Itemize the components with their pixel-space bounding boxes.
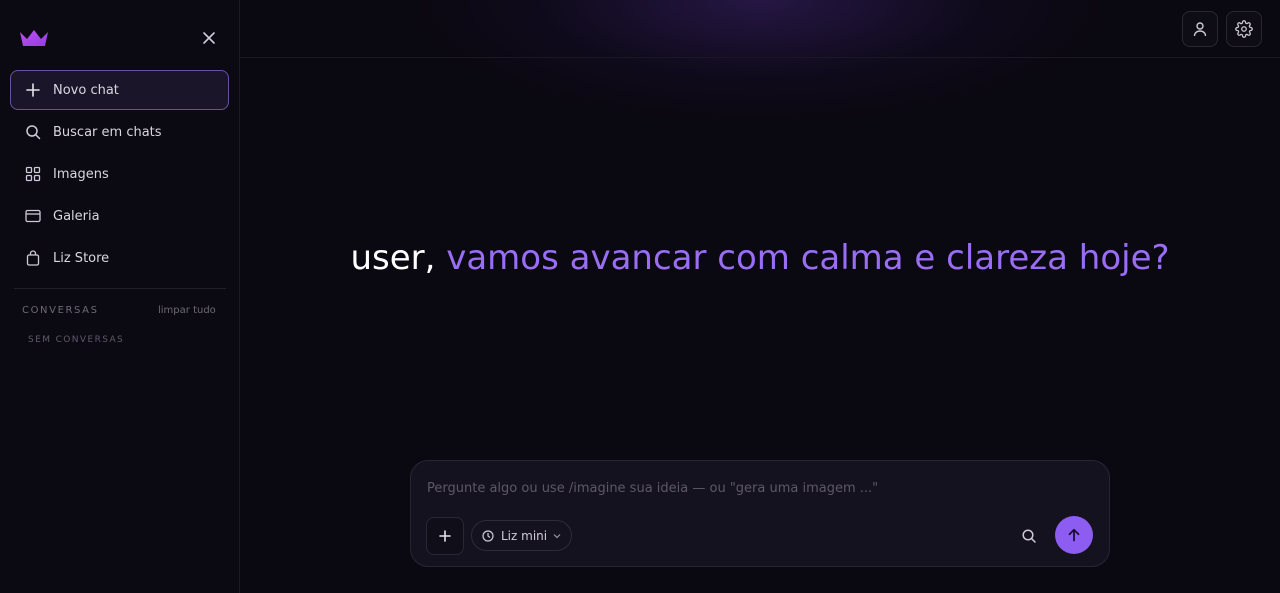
send-button[interactable] — [1055, 516, 1093, 554]
sidebar-item-label: Novo chat — [53, 82, 119, 98]
shopping-bag-icon — [24, 249, 42, 267]
search-icon — [1022, 529, 1036, 543]
chat-composer: Liz mini — [410, 460, 1110, 567]
plus-icon — [439, 530, 451, 542]
attach-button[interactable] — [426, 517, 464, 555]
main-area: user, vamos avancar com calma e clareza … — [240, 0, 1280, 593]
clock-icon — [482, 529, 494, 542]
prompt-input[interactable] — [427, 477, 1087, 499]
sidebar-item-label: Galeria — [53, 208, 100, 224]
sidebar-item-galeria[interactable]: Galeria — [10, 196, 229, 236]
model-label: Liz mini — [501, 528, 548, 543]
settings-button[interactable] — [1226, 11, 1262, 47]
close-sidebar-button[interactable] — [198, 27, 220, 49]
sidebar-item-label: Buscar em chats — [53, 124, 162, 140]
sidebar-item-liz-store[interactable]: Liz Store — [10, 238, 229, 278]
profile-button[interactable] — [1182, 11, 1218, 47]
sidebar-item-label: Liz Store — [53, 250, 110, 266]
greeting-heading: user, vamos avancar com calma e clareza … — [240, 238, 1280, 278]
crown-logo-icon[interactable] — [18, 27, 50, 49]
greeting-message: vamos avancar com calma e clareza hoje? — [446, 238, 1170, 278]
sidebar-item-imagens[interactable]: Imagens — [10, 154, 229, 194]
sidebar-item-buscar-em-chats[interactable]: Buscar em chats — [10, 112, 229, 152]
search-icon — [24, 123, 42, 141]
user-icon — [1193, 22, 1207, 37]
top-bar — [240, 0, 1280, 58]
grid-icon — [24, 165, 42, 183]
sidebar-item-novo-chat[interactable]: Novo chat — [10, 70, 229, 110]
sidebar: Novo chat Buscar em chats Imagens Galeri… — [0, 0, 240, 593]
sidebar-nav: Novo chat Buscar em chats Imagens Galeri… — [10, 70, 229, 280]
web-search-button[interactable] — [1018, 525, 1040, 547]
empty-conversations-text: SEM CONVERSAS — [28, 335, 125, 345]
gear-icon — [1235, 20, 1253, 38]
model-selector[interactable]: Liz mini — [471, 520, 573, 551]
arrow-up-icon — [1068, 528, 1080, 542]
sidebar-divider — [14, 288, 226, 289]
card-icon — [24, 207, 42, 225]
greeting-user-name: user, — [350, 238, 436, 278]
sidebar-item-label: Imagens — [53, 166, 109, 182]
close-icon — [203, 32, 215, 44]
conversations-heading: CONVERSAS — [22, 305, 99, 316]
app-window: Novo chat Buscar em chats Imagens Galeri… — [0, 0, 1280, 593]
chevron-down-icon — [553, 533, 561, 539]
plus-icon — [24, 81, 42, 99]
clear-all-link[interactable]: limpar tudo — [158, 305, 216, 316]
